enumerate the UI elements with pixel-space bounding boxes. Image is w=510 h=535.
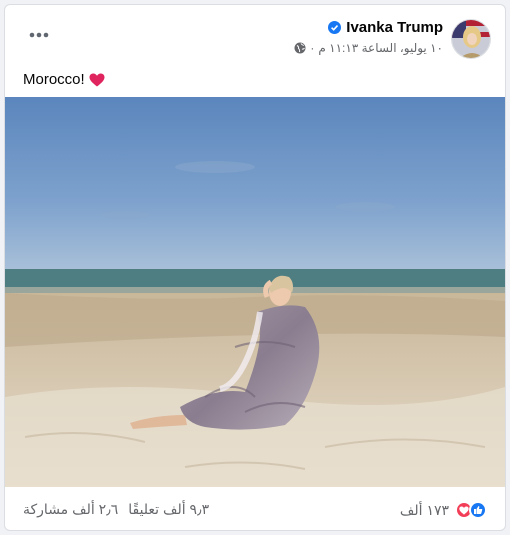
author-avatar[interactable]: [451, 19, 491, 59]
like-reaction-icon: [469, 501, 487, 519]
engagement-stats: ٩٫٣ ألف تعليقًا ٢٫٦ ألف مشاركة: [23, 501, 209, 518]
caption-text: Morocco!: [23, 71, 85, 88]
post-footer: ١٧٣ ألف ٩٫٣ ألف تعليقًا ٢٫٦ ألف مشاركة: [5, 487, 505, 530]
more-options-button[interactable]: [23, 25, 55, 45]
author-name[interactable]: Ivanka Trump: [346, 19, 443, 36]
post-photo[interactable]: [5, 97, 505, 487]
post-card: Ivanka Trump ١٠ يوليو، الساعة ١١:١٣ م ·: [4, 4, 506, 531]
post-timestamp[interactable]: ١٠ يوليو، الساعة ١١:١٣ م: [318, 41, 443, 55]
meta-separator: ·: [310, 41, 315, 55]
ellipsis-icon: [29, 32, 49, 38]
post-header: Ivanka Trump ١٠ يوليو، الساعة ١١:١٣ م ·: [5, 5, 505, 65]
globe-icon: [294, 42, 306, 54]
verified-badge-icon: [328, 21, 342, 34]
heart-emoji-icon: [89, 73, 105, 87]
reactions-count[interactable]: ١٧٣ ألف: [400, 502, 449, 519]
post-caption: Morocco!: [23, 71, 105, 88]
shares-count[interactable]: ٢٫٦ ألف مشاركة: [23, 501, 118, 518]
comments-count[interactable]: ٩٫٣ ألف تعليقًا: [128, 501, 209, 518]
reaction-icons: [455, 501, 487, 519]
reactions-summary[interactable]: ١٧٣ ألف: [400, 501, 487, 519]
